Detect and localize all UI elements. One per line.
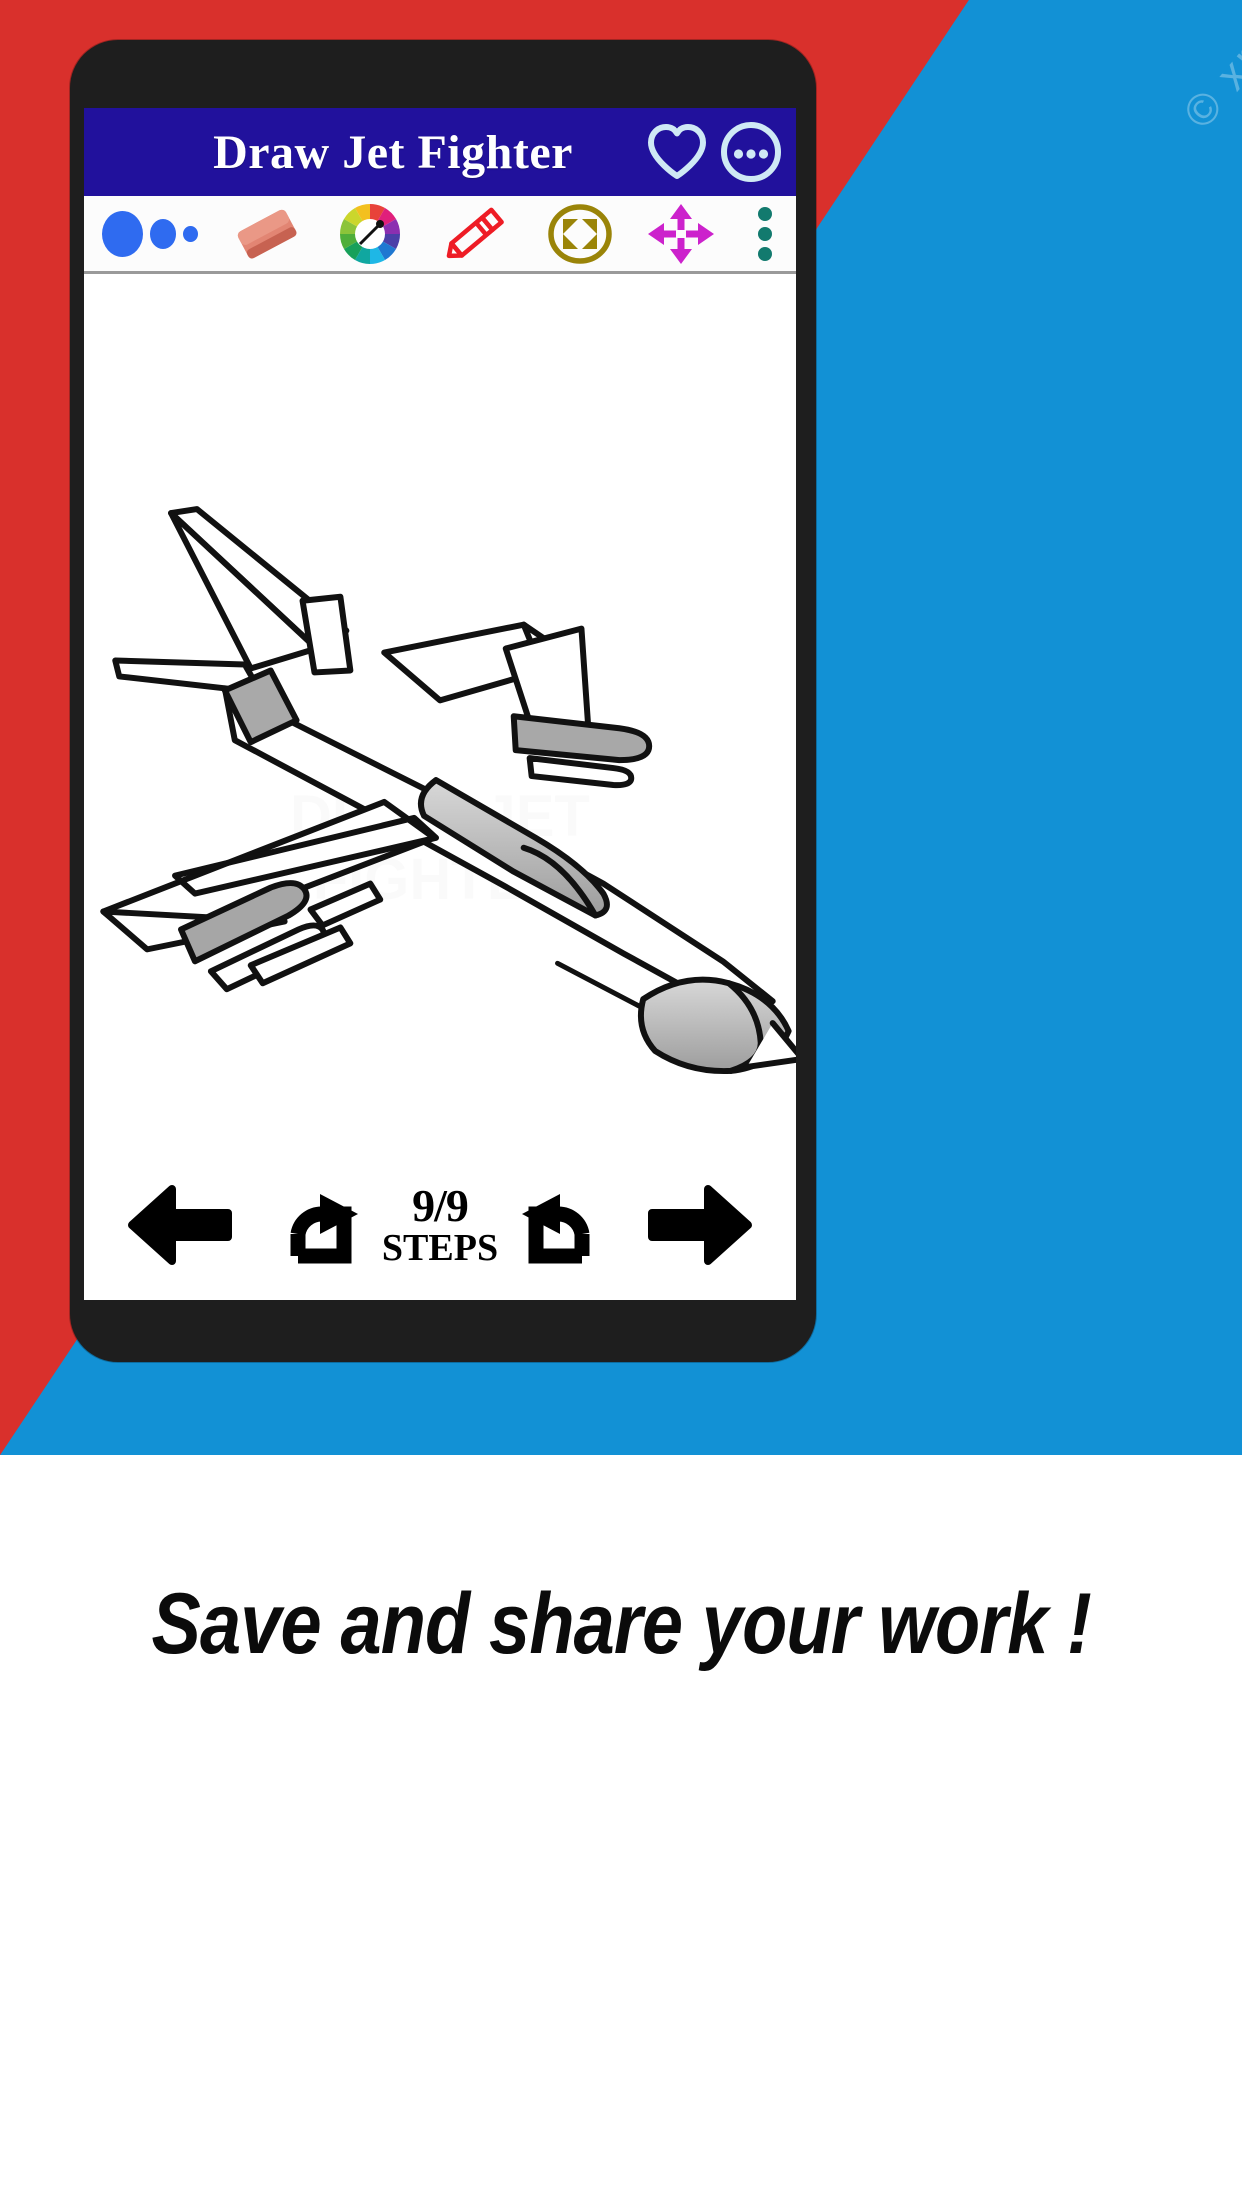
eraser-icon — [237, 209, 297, 259]
favorite-button[interactable] — [640, 115, 714, 189]
phone-device: Draw Jet Fighter 9/9 STEPS — [70, 40, 816, 1362]
page-title: Draw Jet Fighter — [213, 125, 573, 179]
step-counter-label: STEPS — [381, 1227, 499, 1269]
more-tools-button[interactable] — [748, 203, 782, 265]
undo-arrow-icon — [522, 1194, 590, 1264]
jet-fighter-drawing — [100, 506, 796, 1075]
vertical-dots-icon — [757, 206, 772, 261]
previous-step-button[interactable] — [126, 1183, 234, 1267]
pencil-tool[interactable] — [435, 203, 515, 265]
brush-size-medium-icon — [150, 218, 177, 249]
step-counter-group: 9/9 STEPS — [234, 1183, 646, 1267]
arrow-right-icon — [648, 1185, 752, 1265]
undo-button[interactable] — [512, 1186, 594, 1264]
arrow-left-icon — [128, 1185, 232, 1265]
heart-icon — [648, 124, 706, 179]
redo-arrow-icon — [290, 1194, 358, 1264]
fit-screen-icon — [547, 203, 612, 264]
move-arrows-icon — [648, 203, 715, 264]
caption-strip: Save and share your work ! — [0, 1455, 1242, 2208]
color-palette-tool[interactable] — [335, 203, 405, 265]
app-bar: Draw Jet Fighter — [84, 108, 796, 196]
phone-screen: Draw Jet Fighter 9/9 STEPS — [84, 108, 796, 1300]
brush-size-large-icon — [102, 210, 143, 257]
color-wheel-icon — [340, 203, 401, 264]
promo-caption: Save and share your work ! — [151, 1576, 1091, 1672]
circle-more-icon — [721, 122, 781, 182]
fit-screen-tool[interactable] — [545, 203, 615, 265]
eraser-tool[interactable] — [228, 203, 306, 265]
step-counter-value: 9/9 — [412, 1180, 469, 1231]
drawing-canvas[interactable]: DRAW JET FIGHTER — [84, 274, 796, 1300]
tool-bar — [84, 196, 796, 274]
brush-size-tool[interactable] — [102, 203, 198, 265]
brush-size-small-icon — [183, 225, 198, 242]
overflow-button[interactable] — [714, 115, 788, 189]
move-tool[interactable] — [644, 203, 718, 265]
step-navigation-bar: 9/9 STEPS — [84, 1150, 796, 1300]
redo-button[interactable] — [286, 1186, 368, 1264]
pencil-icon — [446, 207, 504, 258]
step-counter: 9/9 STEPS — [378, 1180, 502, 1269]
next-step-button[interactable] — [646, 1183, 754, 1267]
